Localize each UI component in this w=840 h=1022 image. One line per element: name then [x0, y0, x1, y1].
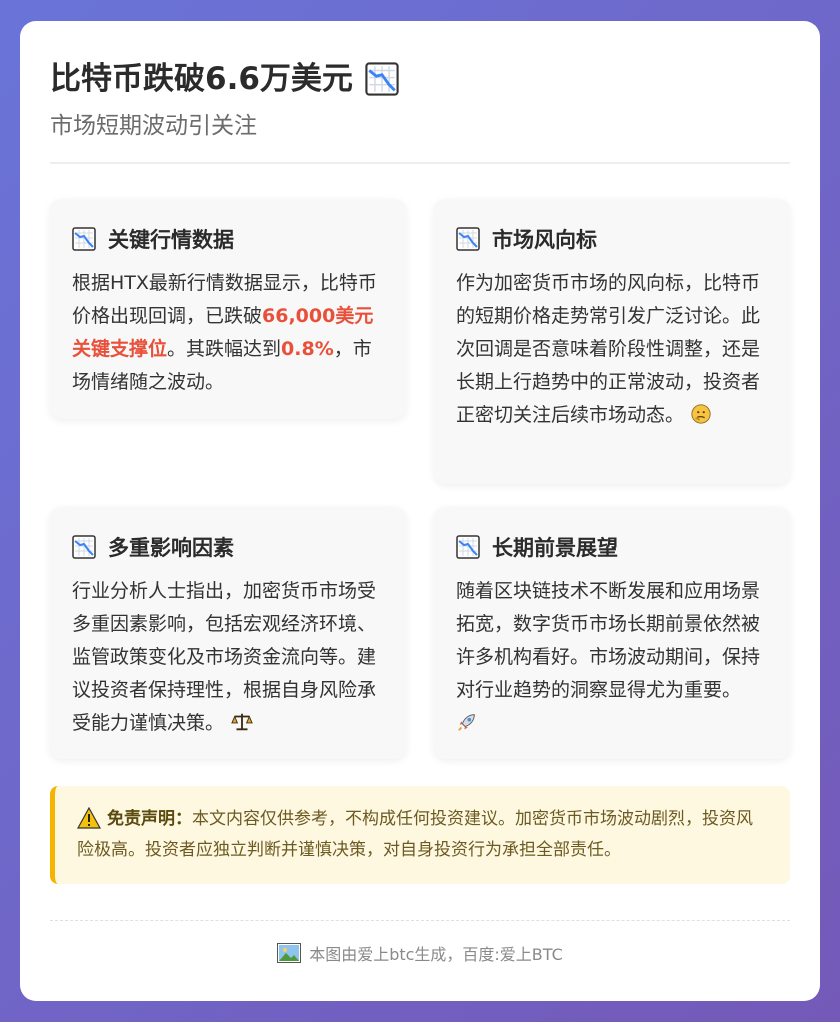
- card-heading: 长期前景展望: [456, 529, 768, 565]
- card-heading: 多重影响因素: [72, 529, 384, 565]
- card-text: 行业分析人士指出，加密货币市场受多重因素影响，包括宏观经济环境、监管政策变化及市…: [72, 580, 377, 734]
- card-heading-text: 关键行情数据: [108, 228, 234, 252]
- card-heading-text: 市场风向标: [492, 228, 597, 252]
- balance-scale-icon: [231, 713, 253, 731]
- title-text: 比特币跌破6.6万美元: [50, 61, 353, 97]
- page-subtitle: 市场短期波动引关注: [50, 113, 257, 139]
- chart-decreasing-icon: [456, 227, 480, 251]
- chart-decreasing-icon: [72, 535, 96, 559]
- footer-divider: [50, 920, 790, 921]
- card-heading-text: 多重影响因素: [108, 536, 234, 560]
- card-market-barometer: 市场风向标 作为加密货币市场的风向标，比特币的短期价格走势常引发广泛讨论。此次回…: [434, 199, 790, 484]
- chart-decreasing-icon: [365, 62, 399, 96]
- card-key-market-data: 关键行情数据 根据HTX最新行情数据显示，比特币价格出现回调，已跌破66,000…: [50, 199, 406, 419]
- card-text: 作为加密货币市场的风向标，比特币的短期价格走势常引发广泛讨论。此次回调是否意味着…: [456, 272, 761, 426]
- card-multiple-factors: 多重影响因素 行业分析人士指出，加密货币市场受多重因素影响，包括宏观经济环境、监…: [50, 507, 406, 759]
- card-body: 随着区块链技术不断发展和应用场景拓宽，数字货币市场长期前景依然被许多机构看好。市…: [456, 575, 768, 740]
- card-body: 根据HTX最新行情数据显示，比特币价格出现回调，已跌破66,000美元关键支撑位…: [72, 267, 384, 399]
- disclaimer-label: 免责声明：: [107, 809, 192, 829]
- rocket-icon: [458, 714, 475, 731]
- picture-icon: [277, 943, 302, 963]
- card-heading: 关键行情数据: [72, 221, 384, 257]
- card-body: 行业分析人士指出，加密货币市场受多重因素影响，包括宏观经济环境、监管政策变化及市…: [72, 575, 384, 740]
- thinking-face-icon: [691, 404, 711, 424]
- card-heading: 市场风向标: [456, 221, 768, 257]
- footer-text: 本图由爱上btc生成，百度:爱上BTC: [309, 945, 563, 964]
- card-heading-text: 长期前景展望: [492, 536, 618, 560]
- card-text: 。其跌幅达到: [167, 338, 282, 360]
- warning-icon: [77, 807, 101, 829]
- card-grid: 关键行情数据 根据HTX最新行情数据显示，比特币价格出现回调，已跌破66,000…: [50, 164, 790, 759]
- disclaimer-notice: 免责声明：本文内容仅供参考，不构成任何投资建议。加密货币市场波动剧烈，投资风险极…: [50, 786, 790, 884]
- card-body: 作为加密货币市场的风向标，比特币的短期价格走势常引发广泛讨论。此次回调是否意味着…: [456, 267, 768, 432]
- chart-decreasing-icon: [72, 227, 96, 251]
- card-text: 随着区块链技术不断发展和应用场景拓宽，数字货币市场长期前景依然被许多机构看好。市…: [456, 580, 761, 701]
- highlight-drop-percent: 0.8%: [281, 338, 334, 360]
- footer: 本图由爱上btc生成，百度:爱上BTC: [20, 941, 820, 965]
- chart-decreasing-icon: [456, 535, 480, 559]
- page-title: 比特币跌破6.6万美元: [50, 57, 790, 101]
- card-long-term-outlook: 长期前景展望 随着区块链技术不断发展和应用场景拓宽，数字货币市场长期前景依然被许…: [434, 507, 790, 759]
- article-card: 比特币跌破6.6万美元 市场短期波动引关注 关键行情数据 根据HTX最新行情数据…: [20, 21, 820, 1001]
